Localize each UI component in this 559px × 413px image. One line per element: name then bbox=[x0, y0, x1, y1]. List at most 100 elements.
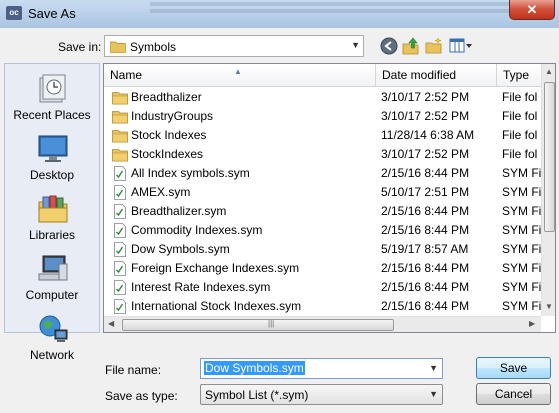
new-folder-icon[interactable] bbox=[425, 37, 443, 55]
scroll-down-icon[interactable]: ▼ bbox=[545, 302, 553, 311]
file-row[interactable]: Breadthalizer.sym 2/15/16 8:44 PM SYM Fi bbox=[104, 202, 541, 221]
save-as-type-dropdown[interactable]: Symbol List (*.sym) ▼ bbox=[200, 384, 443, 405]
file-name-cell: IndustryGroups bbox=[131, 109, 214, 123]
column-header-label: Type bbox=[503, 68, 530, 82]
sym-file-icon bbox=[114, 185, 126, 200]
computer-icon bbox=[38, 255, 68, 281]
sym-file-icon bbox=[114, 261, 126, 276]
file-name-cell: Stock Indexes bbox=[131, 128, 207, 142]
type-cell: SYM Fi bbox=[502, 242, 541, 256]
save-in-value: Symbols bbox=[130, 40, 177, 54]
file-name-cell: Interest Rate Indexes.sym bbox=[131, 280, 271, 294]
folder-icon bbox=[110, 41, 126, 53]
type-cell: SYM Fi bbox=[502, 204, 541, 218]
place-label: Computer bbox=[25, 288, 79, 302]
file-row[interactable]: Dow Symbols.sym 5/19/17 8:57 AM SYM Fi bbox=[104, 240, 541, 259]
date-modified-cell: 5/10/17 2:51 PM bbox=[381, 185, 470, 199]
scroll-up-icon[interactable]: ▲ bbox=[545, 67, 553, 76]
folder-row[interactable]: IndustryGroups 3/10/17 2:52 PM File fol bbox=[104, 107, 541, 126]
type-cell: File fol bbox=[502, 147, 538, 161]
file-row[interactable]: AMEX.sym 5/10/17 2:51 PM SYM Fi bbox=[104, 183, 541, 202]
date-modified-cell: 2/15/16 8:44 PM bbox=[381, 280, 470, 294]
column-header-date[interactable]: Date modified bbox=[376, 64, 497, 86]
folder-icon bbox=[112, 130, 128, 143]
place-label: Libraries bbox=[28, 228, 76, 242]
type-cell: File fol bbox=[502, 90, 538, 104]
date-modified-cell: 2/15/16 8:44 PM bbox=[381, 261, 470, 275]
save-in-dropdown[interactable]: Symbols ▼ bbox=[104, 35, 364, 57]
chevron-down-icon[interactable]: ▼ bbox=[429, 363, 438, 373]
desktop-icon bbox=[38, 135, 68, 162]
sym-file-icon bbox=[114, 299, 126, 314]
sort-ascending-icon: ▲ bbox=[234, 67, 242, 76]
recent-places-icon bbox=[39, 74, 66, 103]
save-as-type-label: Save as type: bbox=[105, 389, 178, 403]
place-recent-places[interactable]: Recent Places bbox=[5, 68, 99, 126]
file-row[interactable]: International Stock Indexes.sym 2/15/16 8… bbox=[104, 297, 541, 316]
sym-file-icon bbox=[114, 223, 126, 238]
file-row[interactable]: Interest Rate Indexes.sym 2/15/16 8:44 PM… bbox=[104, 278, 541, 297]
vertical-scroll-thumb[interactable] bbox=[544, 82, 555, 232]
file-name-cell: Breadthalizer bbox=[131, 90, 202, 104]
scroll-left-icon[interactable]: ◀ bbox=[108, 319, 114, 328]
folder-row[interactable]: Stock Indexes 11/28/14 6:38 AM File fol bbox=[104, 126, 541, 145]
scroll-right-icon[interactable]: ▶ bbox=[529, 319, 535, 328]
date-modified-cell: 2/15/16 8:44 PM bbox=[381, 166, 470, 180]
type-cell: SYM Fi bbox=[502, 166, 541, 180]
horizontal-scrollbar[interactable]: ◀ ||| ▶ bbox=[104, 316, 541, 332]
up-folder-icon[interactable] bbox=[402, 37, 420, 55]
type-cell: SYM Fi bbox=[502, 223, 541, 237]
background-window-ghost bbox=[150, 2, 530, 6]
file-name-input[interactable]: Dow Symbols.sym ▼ bbox=[200, 358, 443, 379]
file-name-cell: International Stock Indexes.sym bbox=[131, 299, 302, 313]
place-label: Desktop bbox=[29, 168, 75, 182]
horizontal-scroll-thumb[interactable]: ||| bbox=[122, 319, 394, 331]
folder-icon bbox=[112, 149, 128, 162]
place-computer[interactable]: Computer bbox=[5, 248, 99, 306]
network-icon bbox=[39, 315, 68, 342]
type-cell: File fol bbox=[502, 109, 538, 123]
vertical-scrollbar[interactable]: ▲ ▼ bbox=[541, 64, 555, 316]
back-icon[interactable] bbox=[380, 37, 398, 55]
column-header-name[interactable]: Name ▲ bbox=[104, 64, 376, 86]
sym-file-icon bbox=[114, 204, 126, 219]
place-libraries[interactable]: Libraries bbox=[5, 188, 99, 246]
save-as-type-value: Symbol List (*.sym) bbox=[205, 388, 309, 402]
type-cell: SYM Fi bbox=[502, 299, 541, 313]
place-label: Recent Places bbox=[13, 108, 91, 122]
folder-icon bbox=[112, 92, 128, 105]
places-bar: Recent Places Desktop Libraries Computer bbox=[4, 63, 100, 362]
view-menu-icon[interactable] bbox=[449, 37, 473, 55]
window-title: Save As bbox=[28, 6, 76, 21]
close-button[interactable]: ✕ bbox=[509, 0, 555, 20]
file-row[interactable]: Commodity Indexes.sym 2/15/16 8:44 PM SYM … bbox=[104, 221, 541, 240]
type-cell: File fol bbox=[502, 128, 538, 142]
place-network[interactable]: Network bbox=[5, 308, 99, 366]
folder-row[interactable]: StockIndexes 3/10/17 2:52 PM File fol bbox=[104, 145, 541, 164]
date-modified-cell: 3/10/17 2:52 PM bbox=[381, 147, 470, 161]
date-modified-cell: 3/10/17 2:52 PM bbox=[381, 90, 470, 104]
type-cell: SYM Fi bbox=[502, 185, 541, 199]
type-cell: SYM Fi bbox=[502, 261, 541, 275]
column-header-row: Name ▲ Date modified Type bbox=[104, 64, 555, 87]
folder-row[interactable]: Breadthalizer 3/10/17 2:52 PM File fol bbox=[104, 88, 541, 107]
file-name-cell: Commodity Indexes.sym bbox=[131, 223, 263, 237]
place-desktop[interactable]: Desktop bbox=[5, 128, 99, 186]
sym-file-icon bbox=[114, 166, 126, 181]
file-row[interactable]: Foreign Exchange Indexes.sym 2/15/16 8:44… bbox=[104, 259, 541, 278]
place-label: Network bbox=[29, 348, 74, 362]
folder-icon bbox=[112, 111, 128, 124]
cancel-button[interactable]: Cancel bbox=[476, 383, 551, 405]
file-row[interactable]: All Index symbols.sym 2/15/16 8:44 PM SYM … bbox=[104, 164, 541, 183]
sym-file-icon bbox=[114, 280, 126, 295]
column-header-label: Date modified bbox=[382, 68, 457, 82]
app-icon: oc bbox=[6, 6, 22, 20]
file-name-value: Dow Symbols.sym bbox=[204, 361, 305, 375]
save-button[interactable]: Save bbox=[476, 357, 551, 379]
date-modified-cell: 3/10/17 2:52 PM bbox=[381, 109, 470, 123]
file-name-cell: Foreign Exchange Indexes.sym bbox=[131, 261, 300, 275]
file-list[interactable]: Name ▲ Date modified Type Breadthalizer 3… bbox=[103, 63, 556, 333]
sym-file-icon bbox=[114, 242, 126, 257]
background-window-ghost bbox=[150, 9, 510, 13]
date-modified-cell: 2/15/16 8:44 PM bbox=[381, 299, 470, 313]
